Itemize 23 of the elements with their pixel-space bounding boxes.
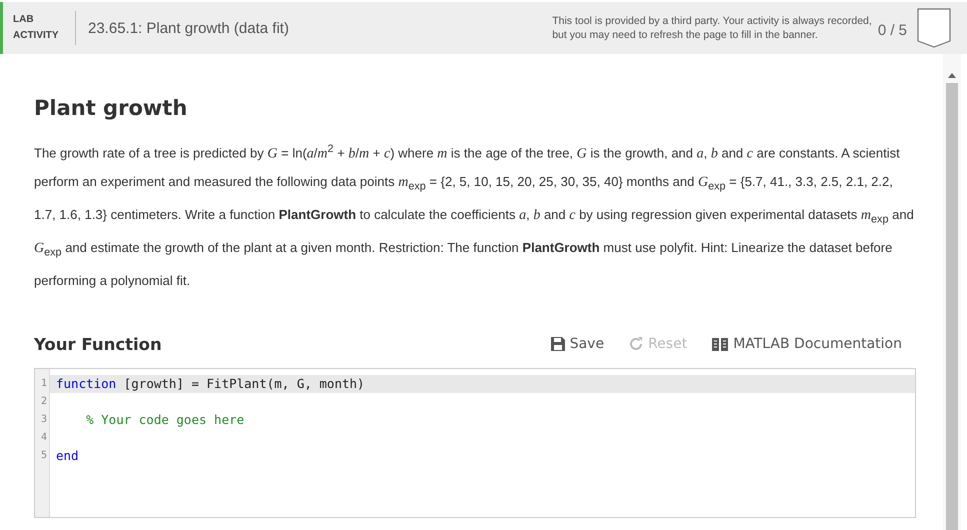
completion-badge-icon [917,8,951,48]
line-number: 4 [40,430,48,445]
lab-activity-label: LAB ACTIVITY [13,13,60,43]
score-text: 0 / 5 [878,22,907,38]
scroll-up-icon[interactable] [948,72,956,78]
code-editor[interactable]: 1 2 3 4 5 function [growth] = FitPlant(m, G, month) % Your code goes here end [34,368,916,518]
line-number: 1 [40,376,48,391]
line-number: 5 [40,448,48,463]
line-number: 3 [40,412,48,427]
section-heading: Your Function [34,334,162,354]
line-number: 2 [40,394,48,409]
refresh-icon [628,336,644,352]
page-heading: Plant growth [34,96,188,120]
activity-title: 23.65.1: Plant growth (data fit) [88,20,290,36]
book-icon [711,336,730,352]
notice-text: This tool is provided by a third party. Your activity is always recorded, but you may need to refresh the page to fill in the banner. [552,14,872,42]
save-button[interactable]: Save [550,336,604,352]
documentation-link[interactable]: MATLAB Documentation [711,336,902,352]
problem-paragraph: The growth rate of a tree is predicted by G = ln(a/m$^{2}$ + b/m + c) where m is the age of the tree, G is the growth, and a, b and c are constants. A scientist perform an experiment and measured the following data points m$_{exp}$ = {2, 5, 10, 15, 20, 25, 30, 35, 40} months and G$_{exp}$ = {5.7, 41., 3.3, 2.5, 2.1, 2.2, 1.7, 1.6, 1.3} centimeters. Write a function PlantGrowth to calculate the coefficients a, b and c by using regression given experimental datasets m$_{exp}$ and G$_{exp}$ and estimate the growth of the plant at a given month. Restriction: The function PlantGrowth must use polyfit. Hint: Linearize the dataset before performing a polynomial fit. [34,142,914,290]
code-line: function [growth] = FitPlant(m, G, month) [56,376,365,391]
scrollbar[interactable] [943,54,961,530]
code-line: end [56,448,79,463]
code-line: % Your code goes here [85,412,244,427]
